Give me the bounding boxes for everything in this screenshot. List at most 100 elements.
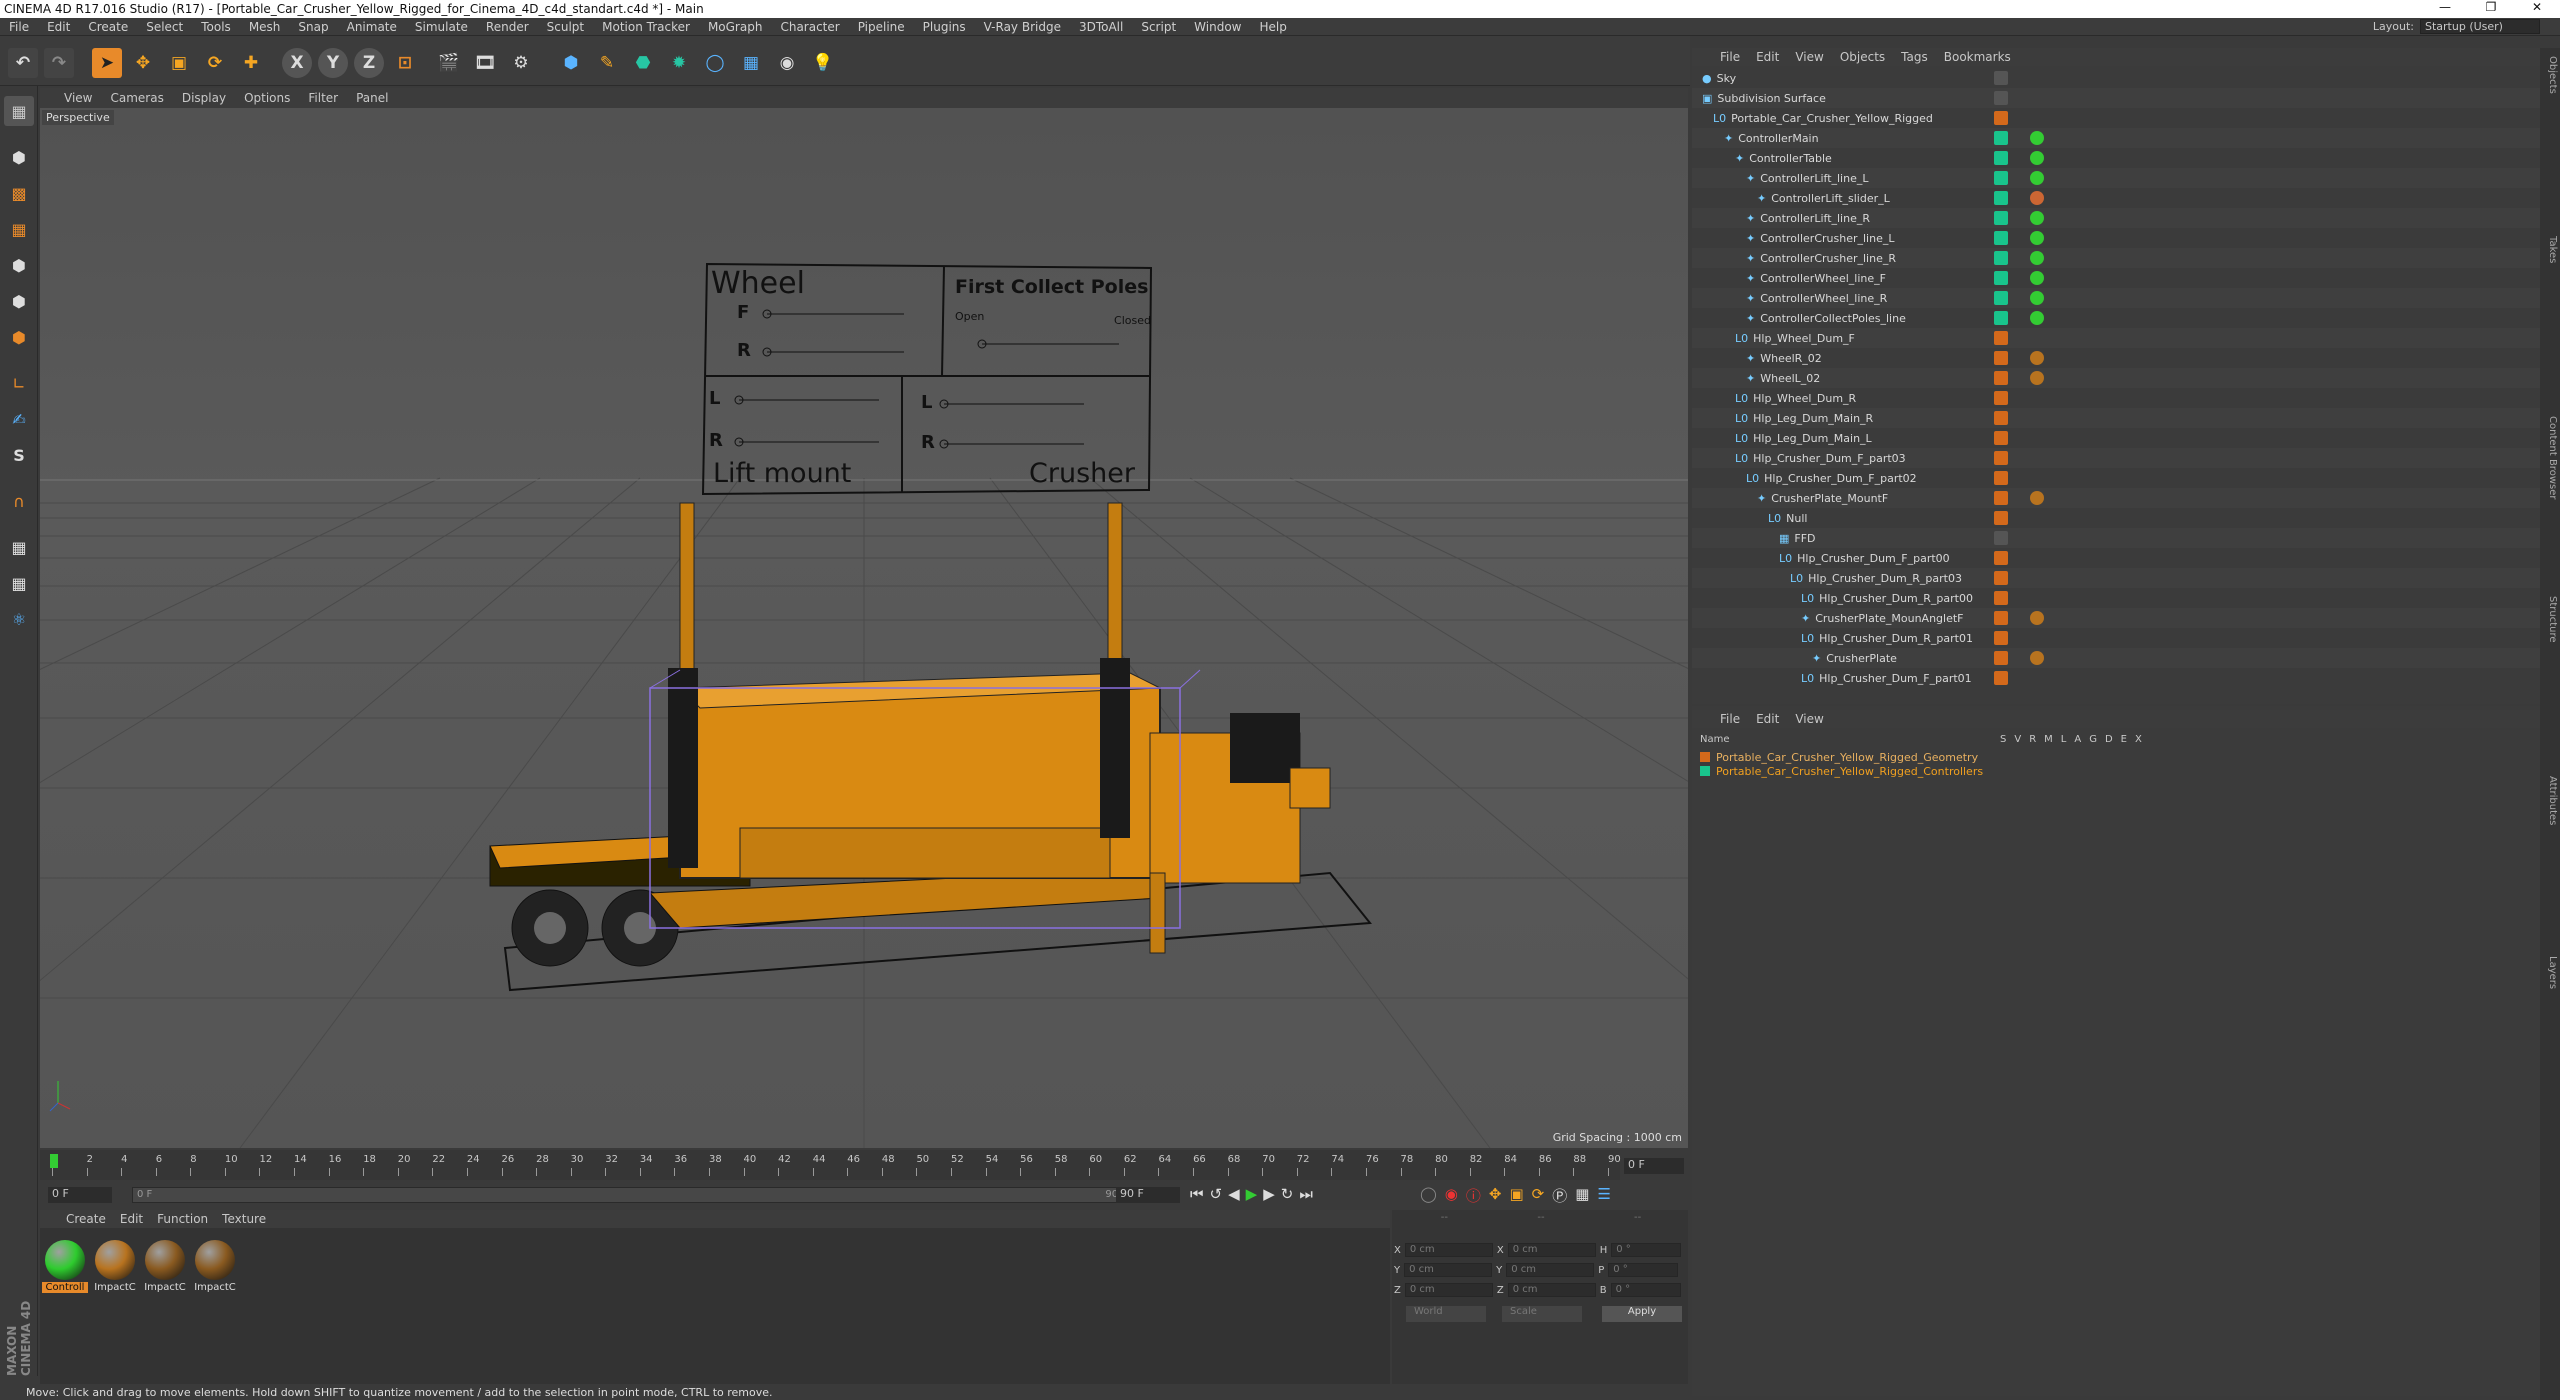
prev-key-icon[interactable]: ↺: [1210, 1185, 1223, 1203]
play-icon[interactable]: ▶: [1246, 1185, 1258, 1203]
pen-icon[interactable]: ✎: [592, 48, 622, 78]
layer-color-tag[interactable]: [1994, 471, 2008, 485]
layer-color-tag[interactable]: [1994, 131, 2008, 145]
object-row[interactable]: ▦ FFD: [1692, 528, 2540, 548]
object-row[interactable]: ✦ WheelR_02: [1692, 348, 2540, 368]
object-row[interactable]: ✦ ControllerLift_line_L: [1692, 168, 2540, 188]
python-icon[interactable]: ⚛: [4, 604, 34, 634]
controller-panel[interactable]: Wheel F R First Collect Poles Open Close…: [699, 258, 1159, 498]
apply-button[interactable]: Apply: [1602, 1306, 1682, 1322]
prev-frame-icon[interactable]: ◀: [1228, 1185, 1240, 1203]
key-rotate-icon[interactable]: ⟳: [1532, 1185, 1545, 1206]
layer-color-swatch[interactable]: [1700, 766, 1710, 776]
menu-tools[interactable]: Tools: [192, 20, 240, 34]
next-frame-icon[interactable]: ▶: [1263, 1185, 1275, 1203]
timeline[interactable]: 0246810121416182022242628303234363840424…: [40, 1150, 1688, 1180]
size-x-field[interactable]: 0 cm: [1507, 1243, 1596, 1257]
object-row[interactable]: L0 Hlp_Wheel_Dum_R: [1692, 388, 2540, 408]
material-swatch[interactable]: ImpactC: [192, 1240, 238, 1293]
world-dropdown[interactable]: World: [1406, 1306, 1486, 1322]
object-row[interactable]: ▣ Subdivision Surface: [1692, 88, 2540, 108]
menu-select[interactable]: Select: [137, 20, 192, 34]
layer-color-tag[interactable]: [1994, 351, 2008, 365]
menu-simulate[interactable]: Simulate: [406, 20, 477, 34]
layer-menu-edit[interactable]: Edit: [1756, 712, 1779, 726]
layer-color-tag[interactable]: [1994, 211, 2008, 225]
object-row[interactable]: ✦ ControllerLift_slider_L: [1692, 188, 2540, 208]
maximize-icon[interactable]: ❐: [2468, 0, 2514, 14]
layer-menu-view[interactable]: View: [1795, 712, 1823, 726]
object-menu-file[interactable]: File: [1720, 50, 1740, 64]
object-row[interactable]: ✦ ControllerWheel_line_R: [1692, 288, 2540, 308]
object-row[interactable]: L0 Hlp_Crusher_Dum_R_part01: [1692, 628, 2540, 648]
menu-edit[interactable]: Edit: [38, 20, 79, 34]
menu-plugins[interactable]: Plugins: [914, 20, 975, 34]
goto-start-icon[interactable]: ⏮: [1190, 1185, 1204, 1203]
scale-icon[interactable]: ▣: [164, 48, 194, 78]
material-tag-icon[interactable]: [2030, 231, 2044, 245]
viewport-menu-options[interactable]: Options: [244, 91, 290, 105]
menu-motion-tracker[interactable]: Motion Tracker: [593, 20, 699, 34]
next-key-icon[interactable]: ↻: [1281, 1185, 1294, 1203]
viewport-menu-filter[interactable]: Filter: [308, 91, 338, 105]
layer-color-tag[interactable]: [1994, 491, 2008, 505]
object-row[interactable]: L0 Hlp_Crusher_Dum_F_part02: [1692, 468, 2540, 488]
material-tag-icon[interactable]: [2030, 171, 2044, 185]
object-menu-objects[interactable]: Objects: [1840, 50, 1885, 64]
menu-create[interactable]: Create: [79, 20, 137, 34]
key-pla-icon[interactable]: ▦: [1575, 1185, 1589, 1206]
material-tag-icon[interactable]: [2030, 651, 2044, 665]
size-z-field[interactable]: 0 cm: [1507, 1283, 1596, 1297]
layer-color-tag[interactable]: [1994, 531, 2008, 545]
layer-color-tag[interactable]: [1994, 371, 2008, 385]
light-icon[interactable]: 💡: [808, 48, 838, 78]
key-param-icon[interactable]: Ⓟ: [1552, 1185, 1567, 1206]
layer-row[interactable]: Portable_Car_Crusher_Yellow_Rigged_Contr…: [1700, 764, 2530, 778]
rot-h-field[interactable]: 0 °: [1611, 1243, 1682, 1257]
menu-file[interactable]: File: [0, 20, 38, 34]
pos-x-field[interactable]: 0 cm: [1404, 1243, 1493, 1257]
key-icon[interactable]: ◯: [1420, 1185, 1437, 1206]
menu-mograph[interactable]: MoGraph: [699, 20, 772, 34]
object-row[interactable]: L0 Portable_Car_Crusher_Yellow_Rigged: [1692, 108, 2540, 128]
material-menu-function[interactable]: Function: [157, 1212, 208, 1226]
polygons-mode-icon[interactable]: ⬢: [4, 322, 34, 352]
pos-z-field[interactable]: 0 cm: [1404, 1283, 1493, 1297]
right-tab-content-browser[interactable]: Content Browser: [2542, 416, 2558, 499]
workplane-icon[interactable]: ▦: [4, 214, 34, 244]
material-tag-icon[interactable]: [2030, 611, 2044, 625]
material-swatch[interactable]: Controll: [42, 1240, 88, 1293]
close-icon[interactable]: ✕: [2514, 0, 2560, 14]
object-row[interactable]: ✦ CrusherPlate_MounAngletF: [1692, 608, 2540, 628]
menu-snap[interactable]: Snap: [289, 20, 337, 34]
material-tag-icon[interactable]: [2030, 351, 2044, 365]
material-swatch[interactable]: ImpactC: [142, 1240, 188, 1293]
subdivision-icon[interactable]: ⬣: [628, 48, 658, 78]
object-row[interactable]: ✦ ControllerTable: [1692, 148, 2540, 168]
viewport-menu-display[interactable]: Display: [182, 91, 226, 105]
layer-color-tag[interactable]: [1994, 151, 2008, 165]
layer-color-swatch[interactable]: [1700, 752, 1710, 762]
material-tag-icon[interactable]: [2030, 291, 2044, 305]
frame-range-slider[interactable]: 0 F 90 F: [132, 1187, 1132, 1203]
layer-color-tag[interactable]: [1994, 651, 2008, 665]
pos-y-field[interactable]: 0 cm: [1404, 1263, 1493, 1277]
menu-v-ray-bridge[interactable]: V-Ray Bridge: [975, 20, 1070, 34]
menu-sculpt[interactable]: Sculpt: [538, 20, 593, 34]
current-frame-field[interactable]: 0 F: [1624, 1158, 1684, 1174]
material-tag-icon[interactable]: [2030, 311, 2044, 325]
y-axis-button[interactable]: Y: [318, 48, 348, 78]
camera-icon[interactable]: ◉: [772, 48, 802, 78]
object-menu-bookmarks[interactable]: Bookmarks: [1944, 50, 2011, 64]
object-row[interactable]: L0 Hlp_Crusher_Dum_R_part00: [1692, 588, 2540, 608]
menu-3dtoall[interactable]: 3DToAll: [1070, 20, 1132, 34]
tweak-icon[interactable]: ✍: [4, 404, 34, 434]
snap-icon[interactable]: S: [4, 440, 34, 470]
redo-icon[interactable]: ↷: [44, 48, 74, 78]
layer-color-tag[interactable]: [1994, 631, 2008, 645]
object-row[interactable]: L0 Hlp_Leg_Dum_Main_L: [1692, 428, 2540, 448]
points-mode-icon[interactable]: ⬢: [4, 250, 34, 280]
right-tab-layers[interactable]: Layers: [2542, 956, 2558, 989]
layer-color-tag[interactable]: [1994, 391, 2008, 405]
menu-character[interactable]: Character: [771, 20, 848, 34]
